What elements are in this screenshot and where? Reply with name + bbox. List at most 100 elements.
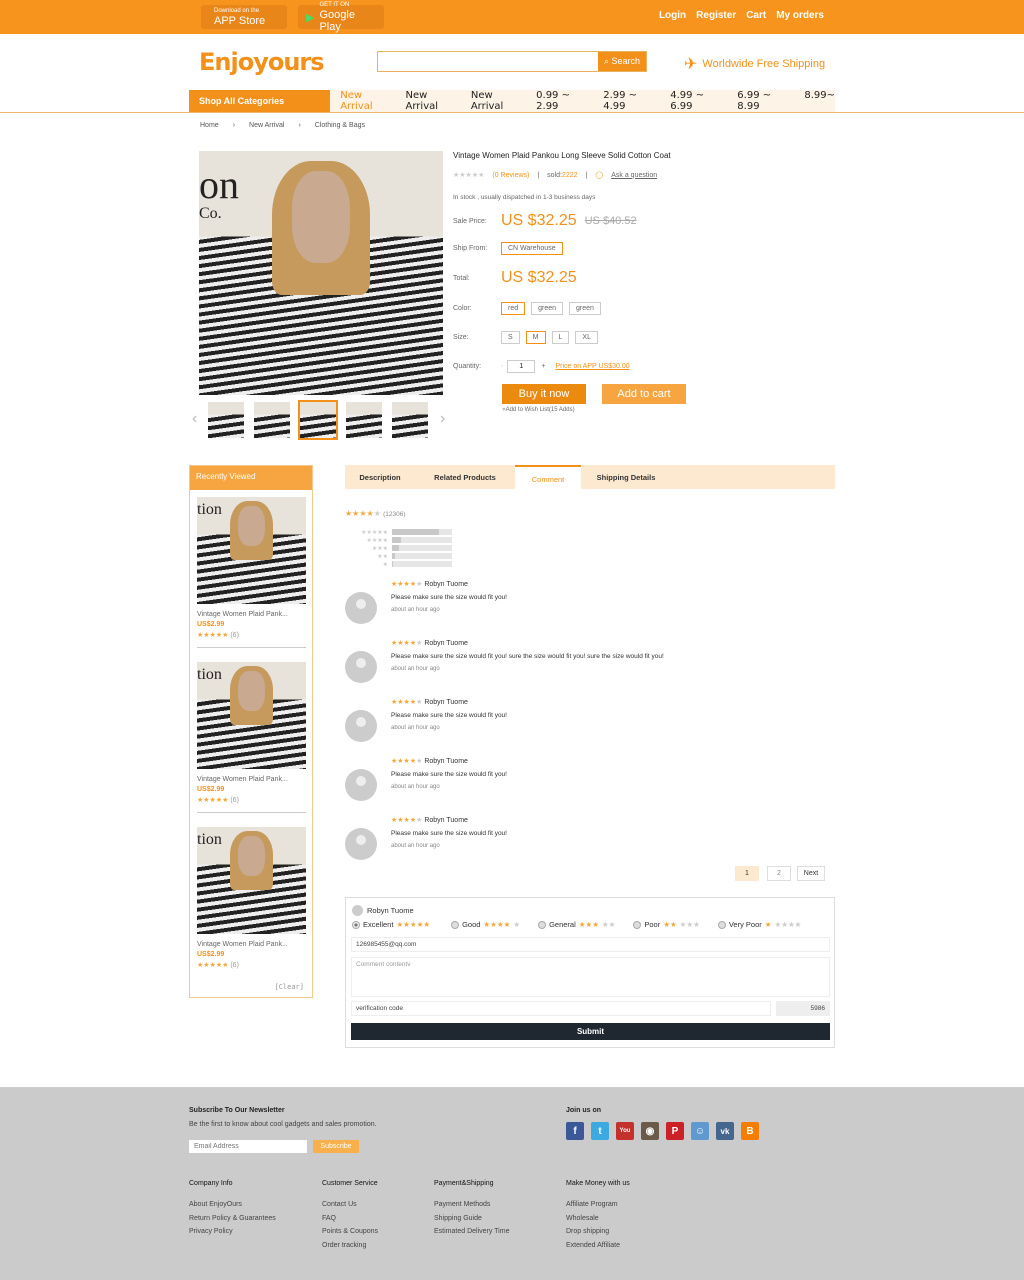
- color-option[interactable]: red: [501, 302, 526, 315]
- page-2[interactable]: 2: [767, 866, 791, 881]
- tab-shipping-details[interactable]: Shipping Details: [581, 465, 671, 489]
- thumbnail[interactable]: [346, 402, 382, 438]
- instagram-icon[interactable]: ◉: [641, 1122, 659, 1140]
- tab-related-products[interactable]: Related Products: [415, 465, 515, 489]
- plus-button[interactable]: +: [541, 363, 545, 370]
- footer-link[interactable]: Shipping Guide: [434, 1212, 509, 1226]
- youtube-icon[interactable]: You: [616, 1122, 634, 1140]
- radio-icon[interactable]: [352, 920, 360, 929]
- recent-item-image[interactable]: tion: [197, 827, 306, 934]
- shop-all-categories[interactable]: Shop All Categories: [189, 90, 331, 112]
- nav-item[interactable]: New Arrival: [406, 90, 461, 112]
- footer-link[interactable]: Contact Us: [322, 1198, 378, 1212]
- thumbnail[interactable]: [298, 400, 338, 440]
- rating-radio[interactable]: General ★★★ ★★: [538, 920, 615, 929]
- warehouse-option[interactable]: CN Warehouse: [501, 242, 563, 255]
- facebook-icon[interactable]: f: [566, 1122, 584, 1140]
- add-to-cart-button[interactable]: Add to cart: [602, 384, 686, 404]
- rating-radio[interactable]: Excellent ★★★★★: [352, 920, 433, 929]
- footer-link[interactable]: Affiliate Program: [566, 1198, 620, 1212]
- crumb-new-arrival[interactable]: New Arrival: [249, 122, 284, 129]
- nav-item[interactable]: 0.99 ~ 2.99: [536, 90, 593, 112]
- chevron-left-icon[interactable]: ‹: [192, 410, 197, 428]
- nav-item[interactable]: New Arrival: [471, 90, 526, 112]
- footer-link[interactable]: Privacy Policy: [189, 1225, 276, 1239]
- size-option[interactable]: XL: [575, 331, 598, 344]
- search-input[interactable]: [378, 52, 598, 71]
- recent-item-image[interactable]: tion: [197, 497, 306, 604]
- search-button[interactable]: ⌕ Search: [598, 52, 646, 71]
- thumbnail[interactable]: [208, 402, 244, 438]
- app-store-button[interactable]: Download on the APP Store: [201, 5, 287, 29]
- app-price-label[interactable]: Price on APP: [555, 363, 596, 370]
- nav-item[interactable]: 2.99 ~ 4.99: [603, 90, 660, 112]
- footer-link[interactable]: About EnjoyOurs: [189, 1198, 276, 1212]
- nav-item[interactable]: New Arrival: [340, 90, 395, 112]
- recent-item[interactable]: tion Vintage Women Plaid Pank... US$2.99 ★★…: [197, 497, 306, 648]
- footer-link[interactable]: Estimated Delivery Time: [434, 1225, 509, 1239]
- app-price[interactable]: US$30.00: [599, 363, 630, 370]
- blogger-icon[interactable]: B: [741, 1122, 759, 1140]
- comment-textarea[interactable]: Comment contentv: [351, 957, 830, 997]
- footer-link[interactable]: Wholesale: [566, 1212, 620, 1226]
- recent-item[interactable]: tion Vintage Women Plaid Pank... US$2.99 ★★…: [197, 662, 306, 813]
- google-play-button[interactable]: ▶ GET IT ON Google Play: [298, 2, 384, 33]
- crumb-home[interactable]: Home: [200, 122, 219, 129]
- newsletter-email-input[interactable]: [189, 1140, 307, 1153]
- radio-icon[interactable]: [451, 920, 460, 929]
- nav-item[interactable]: 8.99~: [804, 90, 835, 112]
- thumbnail[interactable]: [254, 402, 290, 438]
- recent-item-name[interactable]: Vintage Women Plaid Pank...: [197, 776, 306, 783]
- verification-code-field[interactable]: verification code: [351, 1001, 771, 1016]
- my-orders-link[interactable]: My orders: [776, 10, 824, 21]
- logo[interactable]: Enjoyours: [199, 48, 325, 76]
- reviews-link[interactable]: (0 Reviews): [492, 172, 529, 179]
- pinterest-icon[interactable]: P: [666, 1122, 684, 1140]
- email-field[interactable]: 126985455@qq.com: [351, 937, 830, 952]
- tab-comment[interactable]: Comment: [515, 465, 581, 489]
- chevron-right-icon[interactable]: ›: [440, 410, 445, 428]
- recent-item-name[interactable]: Vintage Women Plaid Pank...: [197, 611, 306, 618]
- reddit-icon[interactable]: ☺: [691, 1122, 709, 1140]
- subscribe-button[interactable]: Subscribe: [313, 1140, 359, 1153]
- cart-link[interactable]: Cart: [746, 10, 766, 21]
- nav-item[interactable]: 4.99 ~ 6.99: [670, 90, 727, 112]
- recent-item-name[interactable]: Vintage Women Plaid Pank...: [197, 941, 306, 948]
- radio-icon[interactable]: [538, 920, 547, 929]
- footer-link[interactable]: Extended Affiliate: [566, 1239, 620, 1253]
- tab-description[interactable]: Description: [345, 465, 415, 489]
- size-option[interactable]: L: [551, 331, 570, 344]
- captcha-image[interactable]: 5986: [776, 1001, 830, 1016]
- footer-link[interactable]: Return Policy & Guarantees: [189, 1212, 276, 1226]
- footer-link[interactable]: Order tracking: [322, 1239, 378, 1253]
- clear-button[interactable]: [Clear]: [274, 983, 304, 991]
- color-option[interactable]: green: [531, 302, 564, 315]
- recent-item[interactable]: tion Vintage Women Plaid Pank... US$2.99 ★★…: [197, 827, 306, 969]
- footer-link[interactable]: Points & Coupons: [322, 1225, 378, 1239]
- next-page[interactable]: Next: [797, 866, 825, 881]
- buy-now-button[interactable]: Buy it now: [502, 384, 586, 404]
- footer-link[interactable]: Payment Methods: [434, 1198, 509, 1212]
- quantity-input[interactable]: 1: [507, 360, 536, 373]
- twitter-icon[interactable]: t: [591, 1122, 609, 1140]
- submit-button[interactable]: Submit: [351, 1023, 830, 1040]
- login-link[interactable]: Login: [659, 10, 686, 21]
- recent-item-image[interactable]: tion: [197, 662, 306, 769]
- color-option[interactable]: green: [569, 302, 601, 315]
- register-link[interactable]: Register: [696, 10, 736, 21]
- minus-button[interactable]: -: [501, 363, 503, 370]
- size-option[interactable]: S: [501, 331, 520, 344]
- vk-icon[interactable]: vk: [716, 1122, 734, 1140]
- rating-radio[interactable]: Very Poor ★ ★★★★: [717, 920, 801, 929]
- footer-link[interactable]: FAQ: [322, 1212, 378, 1226]
- page-1[interactable]: 1: [735, 866, 759, 881]
- nav-item[interactable]: 6.99 ~ 8.99: [737, 90, 794, 112]
- rating-radio[interactable]: Good ★★★★ ★: [451, 920, 520, 929]
- radio-icon[interactable]: [717, 920, 726, 929]
- ask-question-link[interactable]: Ask a question: [611, 172, 657, 179]
- crumb-category[interactable]: Clothing & Bags: [315, 122, 365, 129]
- thumbnail[interactable]: [392, 402, 428, 438]
- radio-icon[interactable]: [633, 920, 642, 929]
- footer-link[interactable]: Drop shipping: [566, 1225, 620, 1239]
- wishlist-link[interactable]: Add to Wish List(15 Adds): [506, 407, 575, 413]
